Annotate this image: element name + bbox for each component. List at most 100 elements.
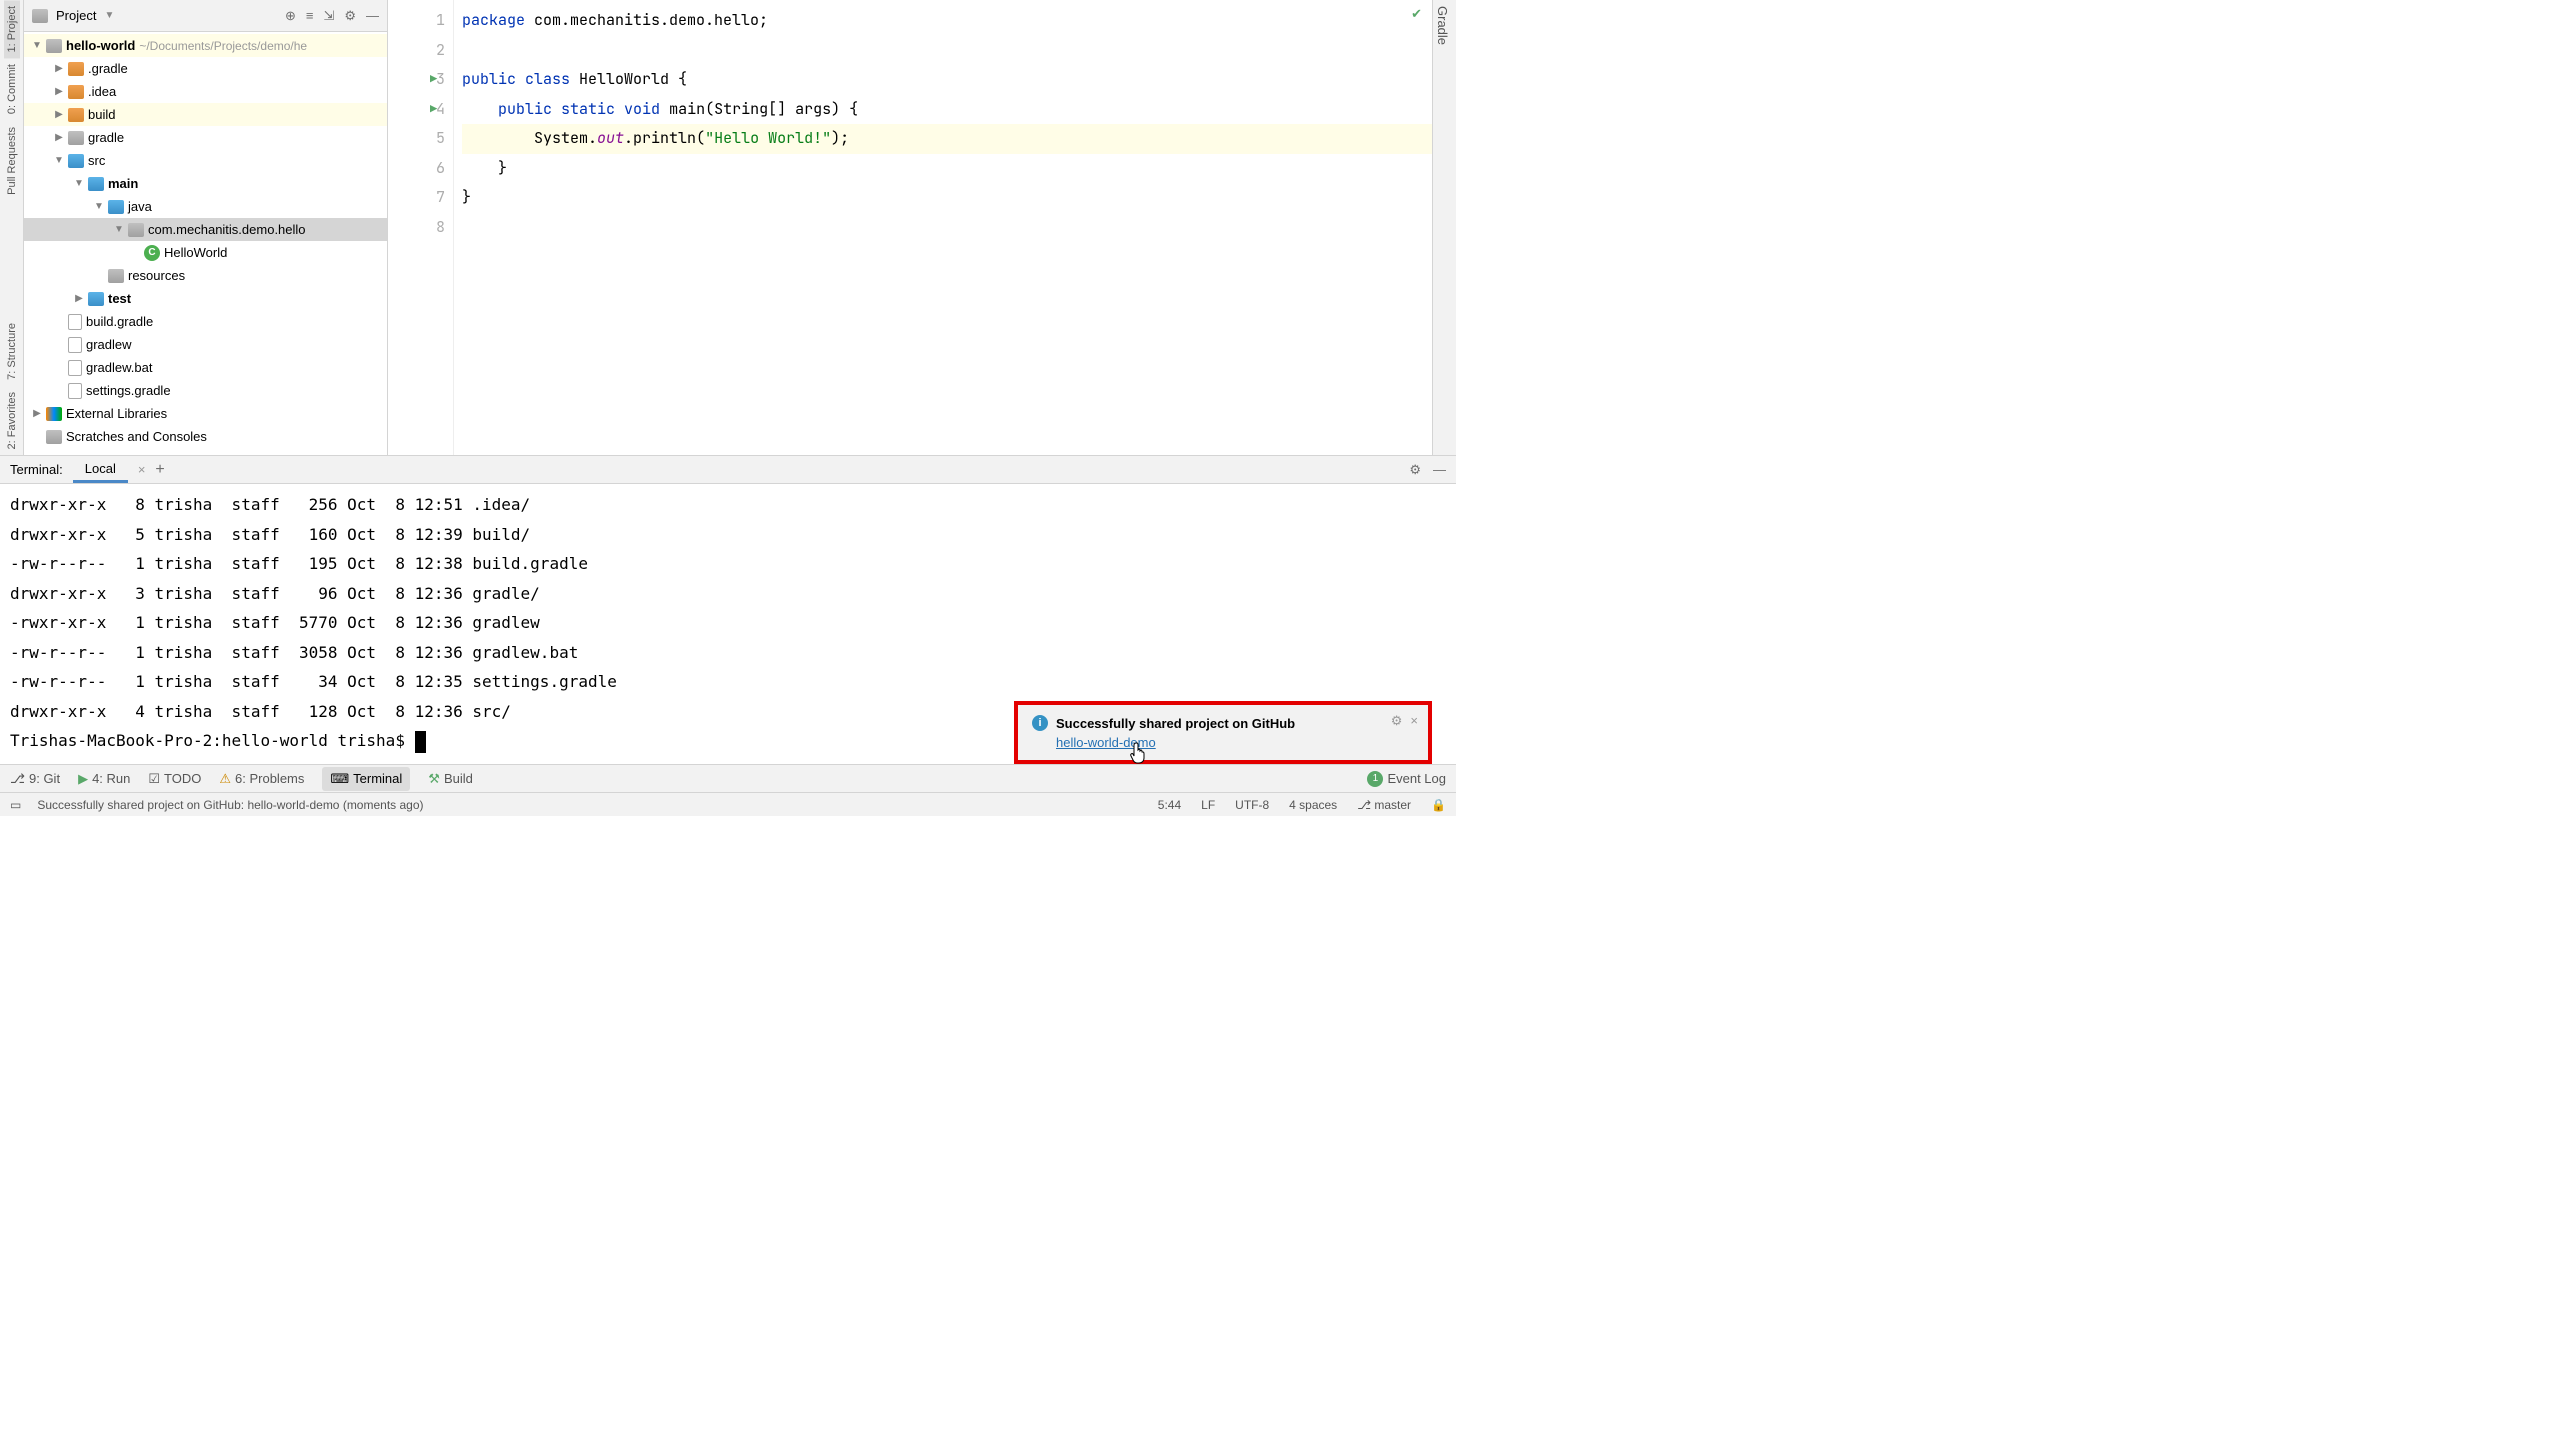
tree-item[interactable]: settings.gradle bbox=[24, 379, 387, 402]
tool-git[interactable]: ⎇9: Git bbox=[10, 771, 60, 787]
resources-icon bbox=[108, 269, 124, 283]
gear-icon[interactable]: ⚙ bbox=[344, 8, 356, 24]
terminal-line: -rwxr-xr-x 1 trisha staff 5770 Oct 8 12:… bbox=[10, 608, 1446, 638]
tree-item[interactable]: ▼java bbox=[24, 195, 387, 218]
rail-structure[interactable]: 7: Structure bbox=[4, 317, 20, 386]
module-icon bbox=[46, 39, 62, 53]
notification-link[interactable]: hello-world-demo bbox=[1056, 735, 1156, 750]
tree-item[interactable]: ▶build bbox=[24, 103, 387, 126]
code-area[interactable]: package com.mechanitis.demo.hello; publi… bbox=[454, 0, 1432, 455]
tree-item[interactable]: gradlew bbox=[24, 333, 387, 356]
left-tool-rail: 1: Project 0: Commit Pull Requests 7: St… bbox=[0, 0, 24, 455]
locate-icon[interactable]: ⊕ bbox=[285, 8, 296, 24]
gear-icon[interactable]: ⚙ bbox=[1409, 462, 1421, 478]
folder-icon bbox=[108, 200, 124, 214]
project-title[interactable]: Project bbox=[56, 8, 96, 23]
terminal-line: drwxr-xr-x 3 trisha staff 96 Oct 8 12:36… bbox=[10, 579, 1446, 609]
project-header: Project ▼ ⊕ ≡ ⇲ ⚙ — bbox=[24, 0, 387, 32]
run-icon[interactable]: ▶ bbox=[430, 65, 437, 95]
tree-item[interactable]: ▼main bbox=[24, 172, 387, 195]
tree-item[interactable]: ▶test bbox=[24, 287, 387, 310]
editor[interactable]: 1 2 ▶3 ▶4 5 6 7 8 package com.mechanitis… bbox=[388, 0, 1432, 455]
code-token: out bbox=[597, 128, 624, 148]
encoding[interactable]: UTF-8 bbox=[1235, 798, 1269, 812]
rail-pull-requests[interactable]: Pull Requests bbox=[4, 121, 20, 201]
tool-run[interactable]: ▶4: Run bbox=[78, 771, 130, 787]
tree-item[interactable]: ▶.gradle bbox=[24, 57, 387, 80]
editor-gutter[interactable]: 1 2 ▶3 ▶4 5 6 7 8 bbox=[388, 0, 454, 455]
folder-icon bbox=[68, 85, 84, 99]
notification-popup: ⚙ × i Successfully shared project on Git… bbox=[1014, 701, 1432, 764]
indent[interactable]: 4 spaces bbox=[1289, 798, 1337, 812]
tree-root[interactable]: ▼ hello-world ~/Documents/Projects/demo/… bbox=[24, 34, 387, 57]
project-tree[interactable]: ▼ hello-world ~/Documents/Projects/demo/… bbox=[24, 32, 387, 455]
status-bar: ▭ Successfully shared project on GitHub:… bbox=[0, 792, 1456, 816]
expand-icon[interactable]: ≡ bbox=[306, 8, 314, 24]
lock-icon[interactable]: 🔒 bbox=[1431, 798, 1446, 812]
terminal-tab-local[interactable]: Local bbox=[73, 457, 128, 483]
hammer-icon: ⚒ bbox=[428, 771, 440, 787]
tool-todo[interactable]: ☑TODO bbox=[148, 771, 201, 787]
minimize-icon[interactable]: — bbox=[1433, 462, 1446, 478]
rail-commit[interactable]: 0: Commit bbox=[4, 58, 20, 120]
rail-favorites[interactable]: 2: Favorites bbox=[4, 386, 20, 455]
folder-icon bbox=[88, 177, 104, 191]
minimize-icon[interactable]: — bbox=[366, 8, 379, 24]
status-panel-icon[interactable]: ▭ bbox=[10, 798, 21, 812]
event-log-button[interactable]: 1Event Log bbox=[1367, 771, 1446, 787]
terminal-line: drwxr-xr-x 8 trisha staff 256 Oct 8 12:5… bbox=[10, 490, 1446, 520]
tree-label: main bbox=[108, 176, 138, 191]
tool-build[interactable]: ⚒Build bbox=[428, 771, 473, 787]
tree-item[interactable]: ▶gradle bbox=[24, 126, 387, 149]
run-icon[interactable]: ▶ bbox=[430, 95, 437, 125]
tree-item[interactable]: resources bbox=[24, 264, 387, 287]
rail-gradle[interactable]: Gradle bbox=[1433, 0, 1452, 51]
terminal-line: -rw-r--r-- 1 trisha staff 3058 Oct 8 12:… bbox=[10, 638, 1446, 668]
file-icon bbox=[68, 360, 82, 376]
tree-item-class[interactable]: CHelloWorld bbox=[24, 241, 387, 264]
chevron-down-icon[interactable]: ▼ bbox=[104, 10, 114, 21]
add-terminal-button[interactable]: + bbox=[155, 461, 164, 479]
collapse-icon[interactable]: ⇲ bbox=[323, 8, 334, 24]
tree-label: .gradle bbox=[88, 61, 128, 76]
package-icon bbox=[128, 223, 144, 237]
class-icon: C bbox=[144, 245, 160, 261]
close-icon[interactable]: × bbox=[1410, 713, 1418, 729]
tree-label: gradlew.bat bbox=[86, 360, 153, 375]
tree-item[interactable]: ▼src bbox=[24, 149, 387, 172]
tree-item[interactable]: build.gradle bbox=[24, 310, 387, 333]
library-icon bbox=[46, 407, 62, 421]
line-separator[interactable]: LF bbox=[1201, 798, 1215, 812]
tree-item[interactable]: ▶.idea bbox=[24, 80, 387, 103]
caret-position[interactable]: 5:44 bbox=[1158, 798, 1181, 812]
code-token: package bbox=[462, 10, 525, 30]
line-number: 3 bbox=[436, 69, 445, 89]
tree-external-libs[interactable]: ▶External Libraries bbox=[24, 402, 387, 425]
tree-label: resources bbox=[128, 268, 185, 283]
branch-icon: ⎇ bbox=[1357, 798, 1371, 812]
tree-item[interactable]: gradlew.bat bbox=[24, 356, 387, 379]
rail-project[interactable]: 1: Project bbox=[4, 0, 20, 58]
terminal-header: Terminal: Local × + ⚙ — bbox=[0, 456, 1456, 484]
tree-label: External Libraries bbox=[66, 406, 167, 421]
branch-indicator[interactable]: ⎇ master bbox=[1357, 798, 1411, 812]
code-token: com.mechanitis.demo.hello; bbox=[525, 10, 768, 30]
tree-label: test bbox=[108, 291, 131, 306]
file-icon bbox=[68, 314, 82, 330]
tree-path: ~/Documents/Projects/demo/he bbox=[139, 39, 307, 53]
tool-problems[interactable]: ⚠6: Problems bbox=[219, 771, 304, 787]
tree-item-package[interactable]: ▼com.mechanitis.demo.hello bbox=[24, 218, 387, 241]
code-token: } bbox=[498, 158, 507, 178]
tree-scratches[interactable]: Scratches and Consoles bbox=[24, 425, 387, 448]
gear-icon[interactable]: ⚙ bbox=[1391, 713, 1403, 729]
terminal-title: Terminal: bbox=[10, 462, 63, 477]
right-tool-rail: Gradle bbox=[1432, 0, 1456, 455]
close-tab-icon[interactable]: × bbox=[138, 462, 146, 477]
tree-label: .idea bbox=[88, 84, 116, 99]
code-token: HelloWorld { bbox=[570, 69, 687, 89]
terminal-icon: ⌨ bbox=[330, 771, 349, 787]
tool-terminal[interactable]: ⌨Terminal bbox=[322, 767, 410, 791]
folder-icon bbox=[68, 62, 84, 76]
check-icon[interactable]: ✔ bbox=[1411, 6, 1422, 22]
tree-label: java bbox=[128, 199, 152, 214]
